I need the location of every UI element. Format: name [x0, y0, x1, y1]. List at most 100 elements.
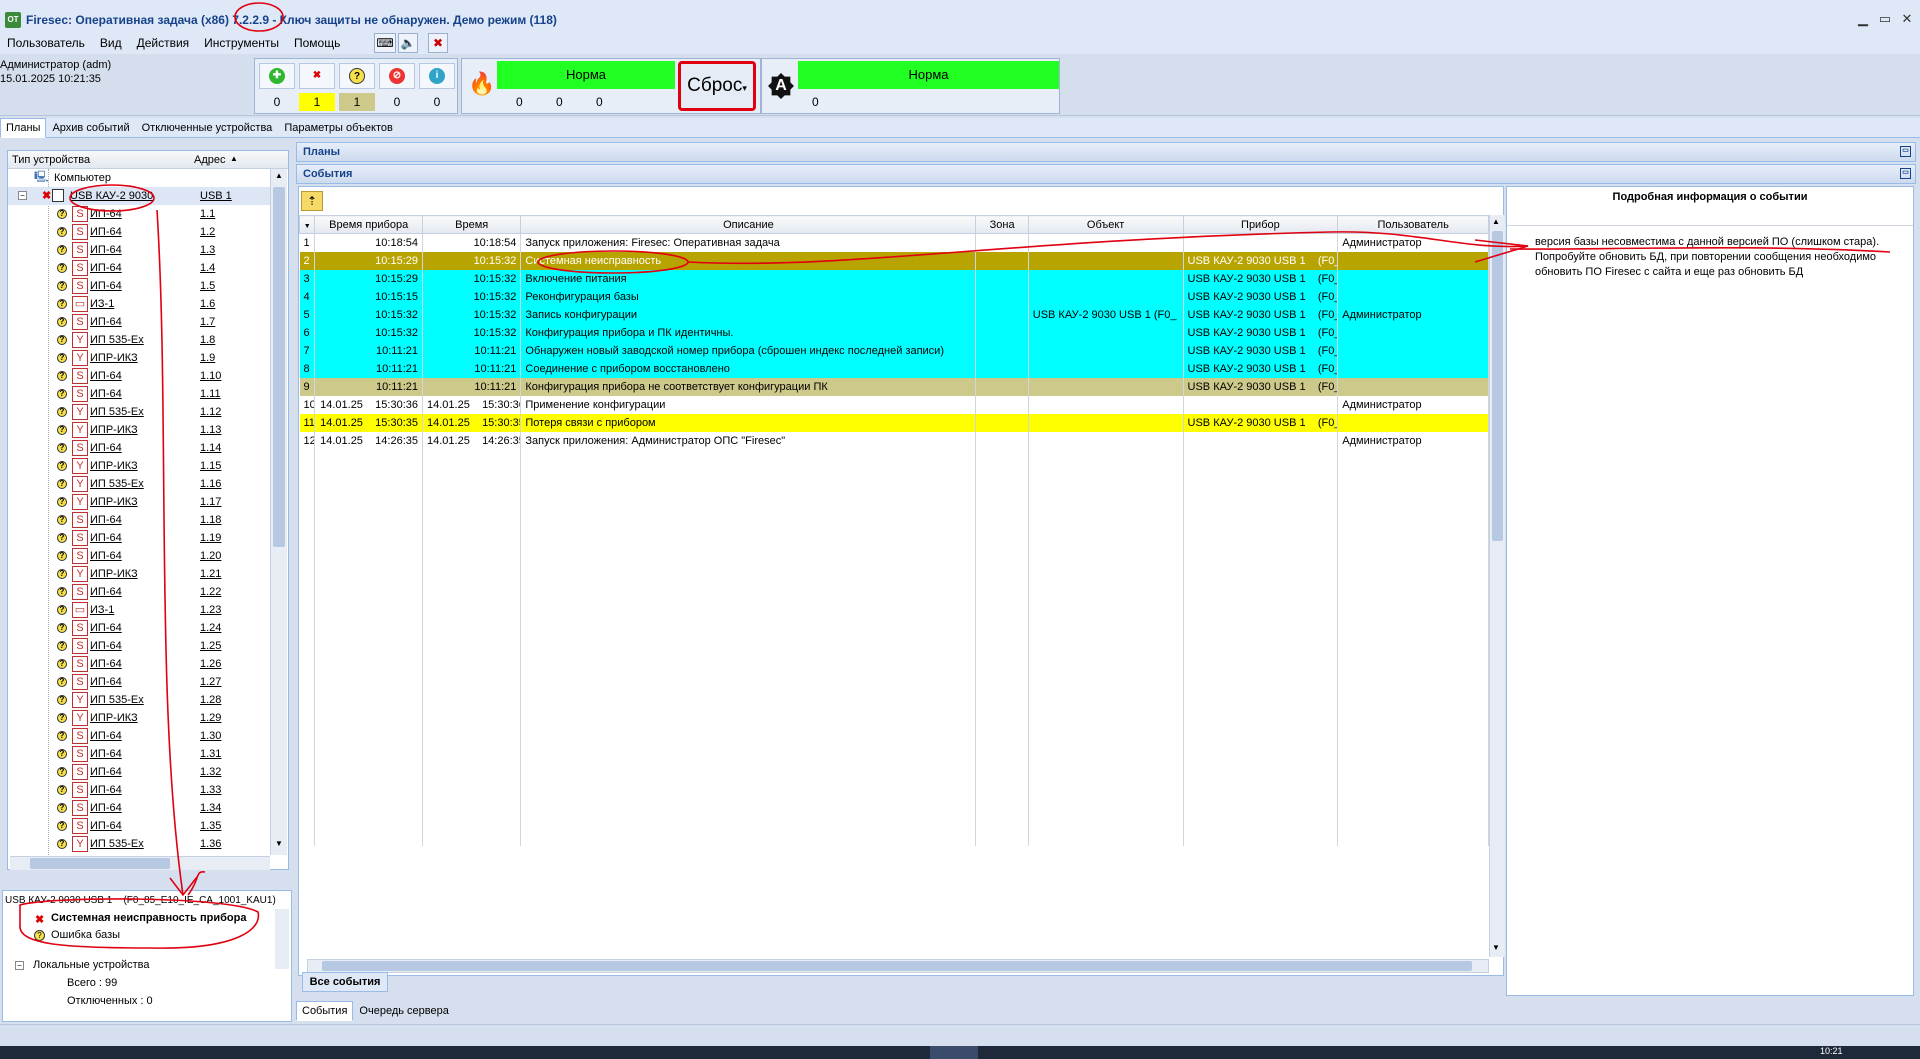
- reset-button[interactable]: Сброс▾: [678, 61, 756, 111]
- tree-scrollbar-h[interactable]: [10, 856, 270, 870]
- col-address[interactable]: Адрес: [194, 154, 226, 166]
- tree-node-device[interactable]: ? S ИП-64 1.26: [8, 655, 270, 673]
- table-row[interactable]: 1 10:18:54 10:18:54 Запуск приложения: Fi…: [299, 233, 1489, 252]
- tree-node-device[interactable]: ? S ИП-64 1.4: [8, 259, 270, 277]
- expand-icon[interactable]: ▭: [1900, 168, 1911, 179]
- table-row[interactable]: 12 14.01.25 14:26:35 14.01.25 14:26:35 Запу…: [299, 431, 1489, 450]
- tree-node-device[interactable]: ? Y ИПР-ИКЗ 1.29: [8, 709, 270, 727]
- events-section[interactable]: События ▭: [296, 164, 1916, 184]
- tree-node-device[interactable]: ? Y ИП 535-Ex 1.28: [8, 691, 270, 709]
- scroll-thumb[interactable]: [1492, 231, 1503, 541]
- tree-scrollbar-v[interactable]: ▲ ▼: [270, 169, 287, 855]
- keyboard-icon[interactable]: ⌨: [374, 33, 396, 53]
- tree-node-device[interactable]: ? Y ИПР-ИКЗ 1.21: [8, 565, 270, 583]
- tree-node-device[interactable]: ? S ИП-64 1.11: [8, 385, 270, 403]
- tree-node-device[interactable]: ? S ИП-64 1.35: [8, 817, 270, 835]
- scroll-down-icon[interactable]: ▼: [1492, 943, 1500, 952]
- tree-node-kau[interactable]: − ✖ USB КАУ-2 9030 USB 1: [8, 187, 270, 205]
- col-user[interactable]: Пользователь: [1337, 215, 1489, 234]
- col-zone[interactable]: Зона: [975, 215, 1029, 234]
- plans-section[interactable]: Планы ▭: [296, 142, 1916, 162]
- tree-node-device[interactable]: ? S ИП-64 1.19: [8, 529, 270, 547]
- tree-node-device[interactable]: ? ▭ ИЗ-1 1.23: [8, 601, 270, 619]
- tree-node-device[interactable]: ? S ИП-64 1.20: [8, 547, 270, 565]
- tree-node-device[interactable]: ? ▭ ИЗ-1 1.6: [8, 295, 270, 313]
- table-row[interactable]: 11 14.01.25 15:30:35 14.01.25 15:30:35 Поте…: [299, 413, 1489, 432]
- sound-icon[interactable]: 🔈: [398, 33, 418, 53]
- col-time[interactable]: Время: [421, 215, 522, 234]
- tree-node-device[interactable]: ? S ИП-64 1.31: [8, 745, 270, 763]
- taskbar-app[interactable]: [930, 1046, 978, 1059]
- tree-node-device[interactable]: ? Y ИП 535-Ex 1.16: [8, 475, 270, 493]
- table-row[interactable]: 8 10:11:21 10:11:21 Соединение с прибором…: [299, 359, 1489, 378]
- table-row[interactable]: 9 10:11:21 10:11:21 Конфигурация прибора …: [299, 377, 1489, 396]
- tree-node-device[interactable]: ? S ИП-64 1.10: [8, 367, 270, 385]
- table-row[interactable]: 3 10:15:29 10:15:32 Включение питания USB …: [299, 269, 1489, 288]
- tree-node-device[interactable]: ? S ИП-64 1.1: [8, 205, 270, 223]
- table-row[interactable]: 7 10:11:21 10:11:21 Обнаружен новый завод…: [299, 341, 1489, 360]
- col-row-selector[interactable]: ▼: [298, 215, 316, 234]
- info-filter-button[interactable]: i: [419, 63, 455, 89]
- tree-node-device[interactable]: ? S ИП-64 1.32: [8, 763, 270, 781]
- tree-node-device[interactable]: ? Y ИПР-ИКЗ 1.13: [8, 421, 270, 439]
- unknown-filter-button[interactable]: ?: [339, 63, 375, 89]
- tree-node-device[interactable]: ? Y ИП 535-Ex 1.12: [8, 403, 270, 421]
- tree-node-device[interactable]: ? Y ИПР-ИКЗ 1.15: [8, 457, 270, 475]
- tree-node-device[interactable]: ? S ИП-64 1.22: [8, 583, 270, 601]
- minimize-button[interactable]: ▁: [1852, 12, 1874, 28]
- close-button[interactable]: ✕: [1896, 12, 1918, 28]
- tree-node-computer[interactable]: 🖳 Компьютер: [8, 169, 270, 187]
- collapse-icon[interactable]: −: [18, 191, 27, 200]
- table-row[interactable]: 5 10:15:32 10:15:32 Запись конфигурации US…: [299, 305, 1489, 324]
- table-row[interactable]: 4 10:15:15 10:15:32 Реконфигурация базы US…: [299, 287, 1489, 306]
- col-device-type[interactable]: Тип устройства: [12, 154, 90, 166]
- tree-node-device[interactable]: ? S ИП-64 1.24: [8, 619, 270, 637]
- table-row[interactable]: 2 10:15:29 10:15:32 Системная неисправнос…: [299, 251, 1489, 270]
- tree-node-device[interactable]: ? Y ИПР-ИКЗ 1.17: [8, 493, 270, 511]
- tab-server-queue[interactable]: Очередь сервера: [353, 1001, 454, 1021]
- events-scrollbar-v[interactable]: ▲ ▼: [1489, 215, 1505, 957]
- table-row[interactable]: 6 10:15:32 10:15:32 Конфигурация прибора …: [299, 323, 1489, 342]
- menu-tools[interactable]: Инструменты: [197, 32, 287, 51]
- col-device-time[interactable]: Время прибора: [314, 215, 423, 234]
- tree-node-device[interactable]: ? S ИП-64 1.25: [8, 637, 270, 655]
- tree-node-device[interactable]: ? S ИП-64 1.18: [8, 511, 270, 529]
- menu-user[interactable]: Пользователь: [0, 32, 93, 51]
- scroll-thumb-h[interactable]: [30, 858, 170, 869]
- norm-filter-button[interactable]: ✚: [259, 63, 295, 89]
- tree-node-device[interactable]: ? S ИП-64 1.3: [8, 241, 270, 259]
- tab-plans[interactable]: Планы: [0, 118, 47, 138]
- menu-view[interactable]: Вид: [93, 32, 130, 51]
- disabled-filter-button[interactable]: ⊘: [379, 63, 415, 89]
- expand-icon[interactable]: ▭: [1900, 146, 1911, 157]
- scroll-thumb[interactable]: [273, 187, 285, 547]
- tree-node-device[interactable]: ? S ИП-64 1.27: [8, 673, 270, 691]
- fault-filter-button[interactable]: ✖: [299, 63, 335, 89]
- filter-icon[interactable]: ⇡: [301, 191, 323, 211]
- tree-node-device[interactable]: ? S ИП-64 1.14: [8, 439, 270, 457]
- col-device[interactable]: Прибор: [1182, 215, 1339, 234]
- tree-node-device[interactable]: ? S ИП-64 1.5: [8, 277, 270, 295]
- tree-node-device[interactable]: ? S ИП-64 1.2: [8, 223, 270, 241]
- status-scrollbar[interactable]: [275, 909, 289, 969]
- tree-node-device[interactable]: ? Y ИП 535-Ex 1.36: [8, 835, 270, 853]
- col-object[interactable]: Объект: [1027, 215, 1184, 234]
- tree-node-device[interactable]: ? Y ИПР-ИКЗ 1.9: [8, 349, 270, 367]
- tab-disabled-devices[interactable]: Отключенные устройства: [136, 118, 279, 138]
- tree-node-device[interactable]: ? Y ИП 535-Ex 1.8: [8, 331, 270, 349]
- tree-node-device[interactable]: ? S ИП-64 1.30: [8, 727, 270, 745]
- tab-all-events[interactable]: Все события: [302, 972, 388, 992]
- tab-object-params[interactable]: Параметры объектов: [278, 118, 399, 138]
- scroll-up-icon[interactable]: ▲: [273, 171, 285, 183]
- tree-node-device[interactable]: ? S ИП-64 1.34: [8, 799, 270, 817]
- table-row[interactable]: 10 14.01.25 15:30:36 14.01.25 15:30:36 Прим…: [299, 395, 1489, 414]
- events-scrollbar-h[interactable]: [307, 959, 1489, 973]
- tab-events[interactable]: События: [296, 1001, 354, 1021]
- tree-node-device[interactable]: ? S ИП-64 1.33: [8, 781, 270, 799]
- tab-archive[interactable]: Архив событий: [46, 118, 135, 138]
- collapse-icon[interactable]: −: [15, 961, 24, 970]
- tree-node-device[interactable]: ? S ИП-64 1.7: [8, 313, 270, 331]
- scroll-up-icon[interactable]: ▲: [1492, 217, 1500, 226]
- sound-off-icon[interactable]: ✖: [428, 33, 448, 53]
- menu-help[interactable]: Помощь: [287, 32, 348, 51]
